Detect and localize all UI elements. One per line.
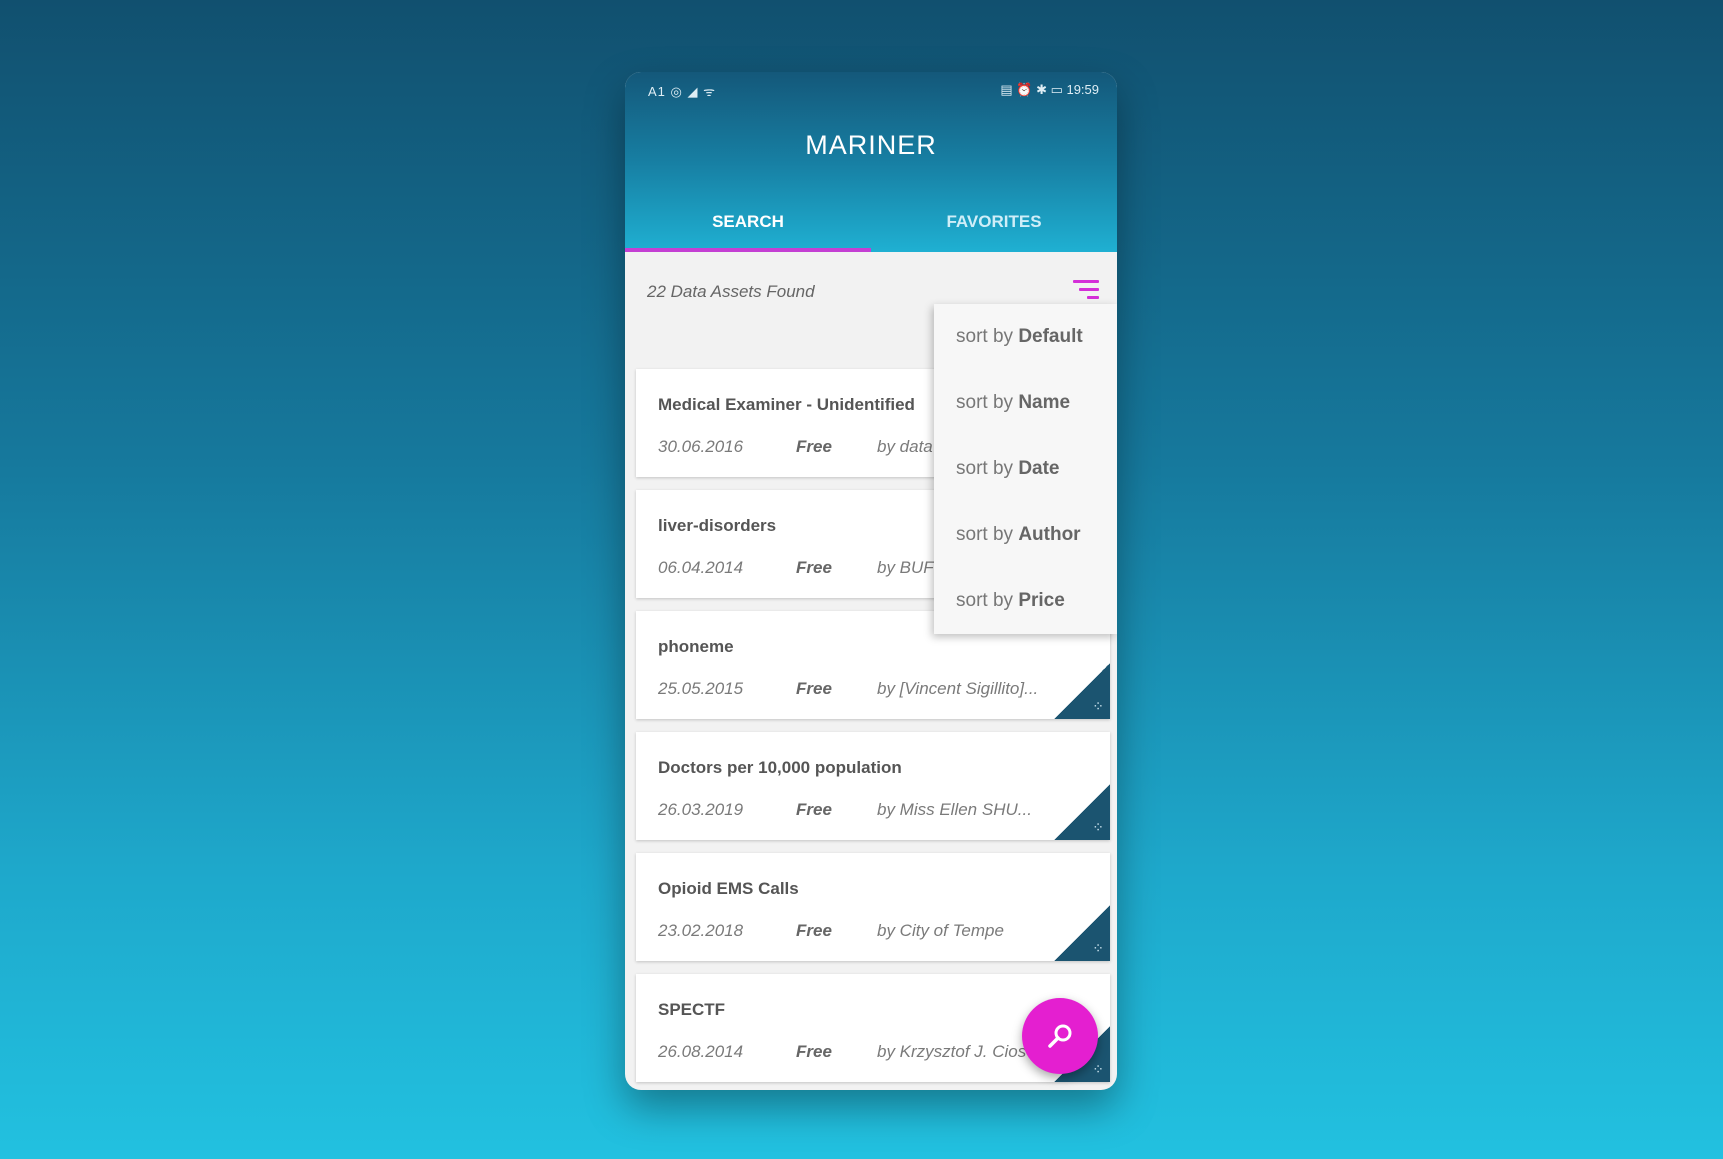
- asset-price: Free: [796, 1042, 832, 1061]
- asset-price: Free: [796, 679, 832, 698]
- asset-price: Free: [796, 437, 832, 456]
- tab-bar: SEARCH FAVORITES: [625, 194, 1117, 252]
- asset-date: 30.06.2016: [658, 437, 744, 456]
- status-right: ▤ ⏰ ✱ ▭ 19:59: [1000, 82, 1099, 97]
- asset-date: 23.02.2018: [658, 921, 744, 940]
- sort-menu: sort by Default sort by Name sort by Dat…: [934, 304, 1117, 634]
- search-icon: [1048, 1024, 1072, 1048]
- tab-search[interactable]: SEARCH: [625, 194, 871, 252]
- asset-price: Free: [796, 558, 832, 577]
- asset-author: by BUF: [877, 558, 934, 577]
- status-bar: A1 ◎ ◢ ᯤ ▤ ⏰ ✱ ▭ 19:59: [625, 72, 1117, 108]
- asset-card[interactable]: Doctors per 10,000 population 26.03.2019…: [636, 732, 1110, 840]
- sort-by-price[interactable]: sort by Price: [934, 568, 1117, 634]
- asset-card[interactable]: Opioid EMS Calls 23.02.2018 Free by City…: [636, 853, 1110, 961]
- asset-date: 06.04.2014: [658, 558, 744, 577]
- asset-title: phoneme: [658, 637, 734, 656]
- app-bar: A1 ◎ ◢ ᯤ ▤ ⏰ ✱ ▭ 19:59 MARINER SEARCH FA…: [625, 72, 1117, 252]
- data-grid-icon: ⁘: [1054, 905, 1110, 961]
- sort-by-date[interactable]: sort by Date: [934, 436, 1117, 502]
- asset-title: liver-disorders: [658, 516, 777, 535]
- data-grid-icon: ⁘: [1054, 784, 1110, 840]
- asset-date: 25.05.2015: [658, 679, 744, 698]
- sort-by-author[interactable]: sort by Author: [934, 502, 1117, 568]
- asset-author: by Miss Ellen SHU...: [877, 800, 1032, 819]
- asset-title: Opioid EMS Calls: [658, 879, 799, 898]
- app-title: MARINER: [805, 130, 937, 160]
- asset-date: 26.08.2014: [658, 1042, 744, 1061]
- asset-title: Doctors per 10,000 population: [658, 758, 902, 777]
- search-fab-button[interactable]: [1022, 998, 1098, 1074]
- asset-author: by Krzysztof J. Cios: [877, 1042, 1027, 1061]
- asset-date: 26.03.2019: [658, 800, 744, 819]
- sort-filter-icon[interactable]: [1069, 278, 1099, 304]
- asset-title: SPECTF: [658, 1000, 726, 1019]
- sort-by-default[interactable]: sort by Default: [934, 304, 1117, 370]
- results-count: 22 Data Assets Found: [647, 282, 815, 301]
- asset-author: by City of Tempe: [877, 921, 1004, 940]
- data-grid-icon: ⁘: [1054, 663, 1110, 719]
- asset-author: by [Vincent Sigillito]...: [877, 679, 1039, 698]
- asset-price: Free: [796, 800, 832, 819]
- tab-favorites[interactable]: FAVORITES: [871, 194, 1117, 252]
- asset-price: Free: [796, 921, 832, 940]
- asset-author: by data: [877, 437, 933, 456]
- sort-by-name[interactable]: sort by Name: [934, 370, 1117, 436]
- status-left: A1 ◎ ◢ ᯤ: [648, 84, 716, 99]
- asset-title: Medical Examiner - Unidentified: [658, 395, 915, 414]
- phone-screen: A1 ◎ ◢ ᯤ ▤ ⏰ ✱ ▭ 19:59 MARINER SEARCH FA…: [625, 72, 1117, 1090]
